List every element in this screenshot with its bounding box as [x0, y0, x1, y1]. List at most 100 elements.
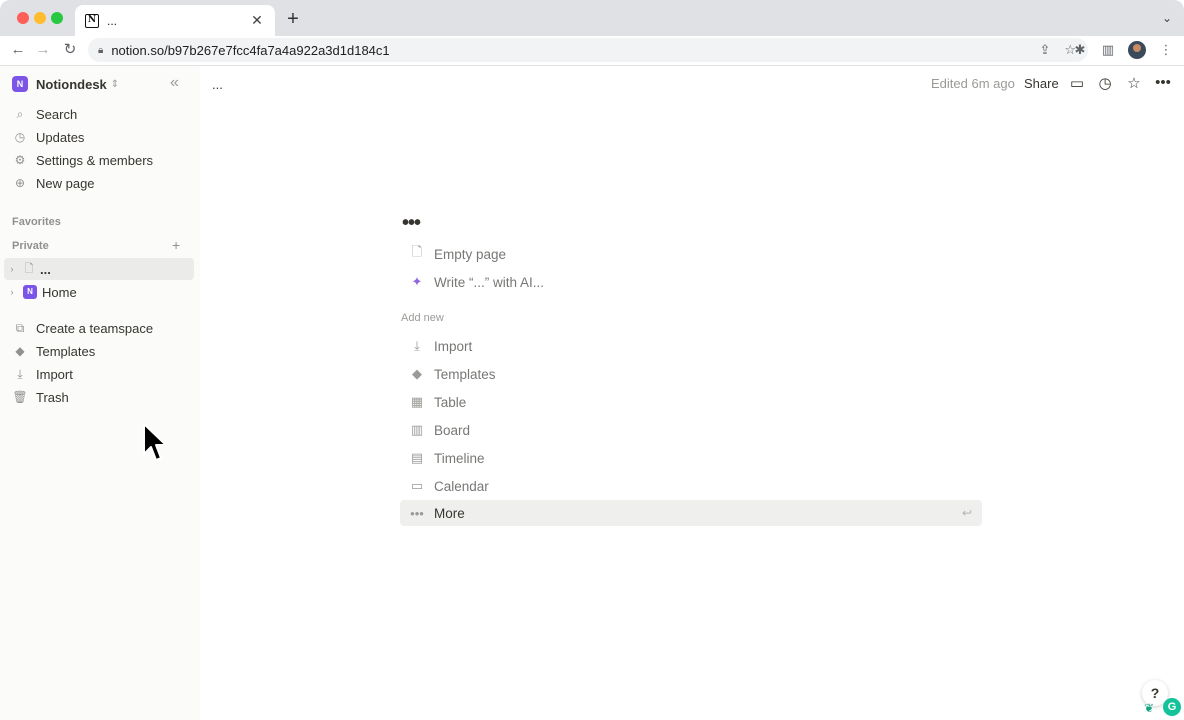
teamspace-icon: ⧉	[15, 320, 25, 335]
page-label: Home	[42, 284, 77, 300]
browser-tab[interactable]: N ... ✕	[75, 5, 275, 36]
clock-icon: ◷	[14, 130, 26, 144]
option-label: Import	[434, 338, 473, 354]
add-new-templates[interactable]: ◆ Templates	[400, 361, 982, 387]
tab-search-icon[interactable]: ⌄	[1162, 11, 1172, 25]
workspace-switcher[interactable]: N Notiondesk ⇕	[12, 76, 119, 92]
add-new-import[interactable]: ⤓ Import	[400, 333, 982, 359]
shapes-icon: ◆	[412, 366, 422, 381]
extensions-icon[interactable]: ✱	[1072, 42, 1088, 58]
sparkle-icon: ✦	[411, 274, 423, 289]
table-icon: ▦	[410, 394, 424, 409]
sidebar-item-new-page[interactable]: ⊕ New page	[12, 172, 95, 194]
timeline-icon: ▤	[410, 450, 424, 465]
address-bar[interactable]: 🔒︎ notion.so/b97b267e7fcc4fa7a4a922a3d1d…	[88, 38, 1088, 62]
sidebar-page-home[interactable]: › N Home	[4, 281, 194, 303]
gear-icon: ⚙	[14, 153, 26, 167]
page-icon: 🗋	[24, 263, 34, 275]
leaf-icon: ❦	[1144, 701, 1155, 715]
sidebar-item-label: New page	[36, 175, 95, 191]
shapes-icon: ◆	[15, 344, 25, 358]
share-button[interactable]: Share	[1024, 76, 1059, 91]
add-new-calendar[interactable]: ▭ Calendar	[400, 473, 982, 499]
page-label: ...	[40, 261, 51, 277]
chevron-updown-icon: ⇕	[110, 78, 120, 90]
trash-icon: 🗑︎	[12, 390, 28, 404]
edited-timestamp: Edited 6m ago	[931, 76, 1015, 91]
workspace-logo-icon: N	[12, 76, 28, 92]
history-clock-icon[interactable]: ◷	[1096, 74, 1114, 92]
profile-avatar[interactable]	[1128, 41, 1146, 59]
sidebar-item-templates[interactable]: ◆ Templates	[12, 340, 95, 362]
grammarly-button[interactable]: G	[1163, 698, 1181, 716]
sidebar-item-label: Updates	[36, 129, 85, 145]
share-page-icon[interactable]: ⇪	[1039, 42, 1050, 58]
sidebar-item-settings[interactable]: ⚙ Settings & members	[12, 149, 153, 171]
add-private-page-icon[interactable]: +	[172, 237, 180, 253]
sidebar: N Notiondesk ⇕ « ⌕ Search ◷ Updates ⚙ Se…	[0, 66, 200, 720]
add-new-board[interactable]: ▥ Board	[400, 417, 982, 443]
kebab-menu-icon[interactable]: ⋮	[1158, 42, 1174, 58]
side-panel-icon[interactable]: ▥	[1100, 42, 1116, 58]
sidebar-item-label: Templates	[36, 343, 96, 359]
back-icon[interactable]: ←	[8, 40, 28, 60]
more-dots-icon: •••	[410, 505, 424, 521]
download-icon: ⤓	[414, 338, 420, 353]
browser-titlebar: N ... ✕ + ⌄	[0, 0, 1184, 36]
sidebar-item-create-teamspace[interactable]: ⧉ Create a teamspace	[12, 317, 153, 339]
option-label: Board	[434, 422, 471, 438]
url-text[interactable]: notion.so/b97b267e7fcc4fa7a4a922a3d1d184…	[111, 43, 389, 58]
maximize-window-button[interactable]	[51, 12, 63, 24]
tab-close-icon[interactable]: ✕	[249, 12, 265, 29]
option-label: Timeline	[434, 450, 485, 466]
page-topbar: ... Edited 6m ago Share ▭ ◷ ☆ •••	[200, 66, 1184, 100]
reload-icon[interactable]: ↻	[60, 40, 80, 60]
option-label: Empty page	[434, 246, 507, 262]
option-write-with-ai[interactable]: ✦ Write “...” with AI...	[400, 269, 982, 295]
notion-favicon-icon: N	[85, 13, 99, 28]
page-icon: 🗋	[411, 244, 423, 259]
sidebar-item-label: Search	[36, 106, 78, 122]
chevron-right-icon[interactable]: ›	[4, 287, 20, 297]
add-new-table[interactable]: ▦ Table	[400, 389, 982, 415]
more-options-icon[interactable]: •••	[1154, 74, 1172, 91]
search-icon: ⌕	[16, 106, 24, 121]
sidebar-item-import[interactable]: ⤓ Import	[12, 363, 73, 385]
add-new-more[interactable]: ••• More ↩	[400, 500, 982, 526]
page-title[interactable]: •••	[402, 212, 421, 235]
collapse-sidebar-icon[interactable]: «	[170, 74, 179, 92]
lock-icon: 🔒︎	[98, 44, 104, 56]
sidebar-item-search[interactable]: ⌕ Search	[12, 103, 78, 125]
private-section-label: Private	[12, 240, 49, 252]
add-new-section-label: Add new	[401, 312, 444, 324]
chevron-right-icon[interactable]: ›	[4, 264, 20, 274]
workspace-name: Notiondesk	[36, 76, 107, 92]
sidebar-item-label: Import	[36, 366, 73, 382]
new-tab-button[interactable]: +	[283, 8, 303, 30]
board-icon: ▥	[410, 422, 424, 437]
enter-key-icon: ↩	[961, 506, 972, 520]
tab-title: ...	[107, 13, 118, 28]
sidebar-item-updates[interactable]: ◷ Updates	[12, 126, 85, 148]
minimize-window-button[interactable]	[34, 12, 46, 24]
option-label: Write “...” with AI...	[434, 274, 545, 290]
sidebar-item-label: Settings & members	[36, 152, 154, 168]
option-label: More	[434, 505, 465, 521]
comments-icon[interactable]: ▭	[1068, 74, 1086, 92]
favorite-star-icon[interactable]: ☆	[1125, 74, 1143, 92]
notion-logo-icon: N	[23, 285, 37, 299]
sidebar-item-label: Create a teamspace	[36, 320, 154, 336]
mouse-cursor-icon	[143, 423, 167, 461]
option-label: Table	[434, 394, 467, 410]
sidebar-page-current[interactable]: › 🗋 ...	[4, 258, 194, 280]
forward-icon[interactable]: →	[33, 40, 53, 60]
favorites-section-label: Favorites	[12, 216, 61, 228]
sidebar-item-trash[interactable]: 🗑︎ Trash	[12, 386, 68, 408]
browser-toolbar: ← → ↻ 🔒︎ notion.so/b97b267e7fcc4fa7a4a92…	[0, 36, 1184, 66]
download-icon: ⤓	[17, 366, 23, 381]
close-window-button[interactable]	[17, 12, 29, 24]
breadcrumb[interactable]: ...	[212, 77, 223, 92]
option-empty-page[interactable]: 🗋 Empty page	[400, 241, 982, 267]
option-label: Templates	[434, 366, 496, 382]
add-new-timeline[interactable]: ▤ Timeline	[400, 445, 982, 471]
